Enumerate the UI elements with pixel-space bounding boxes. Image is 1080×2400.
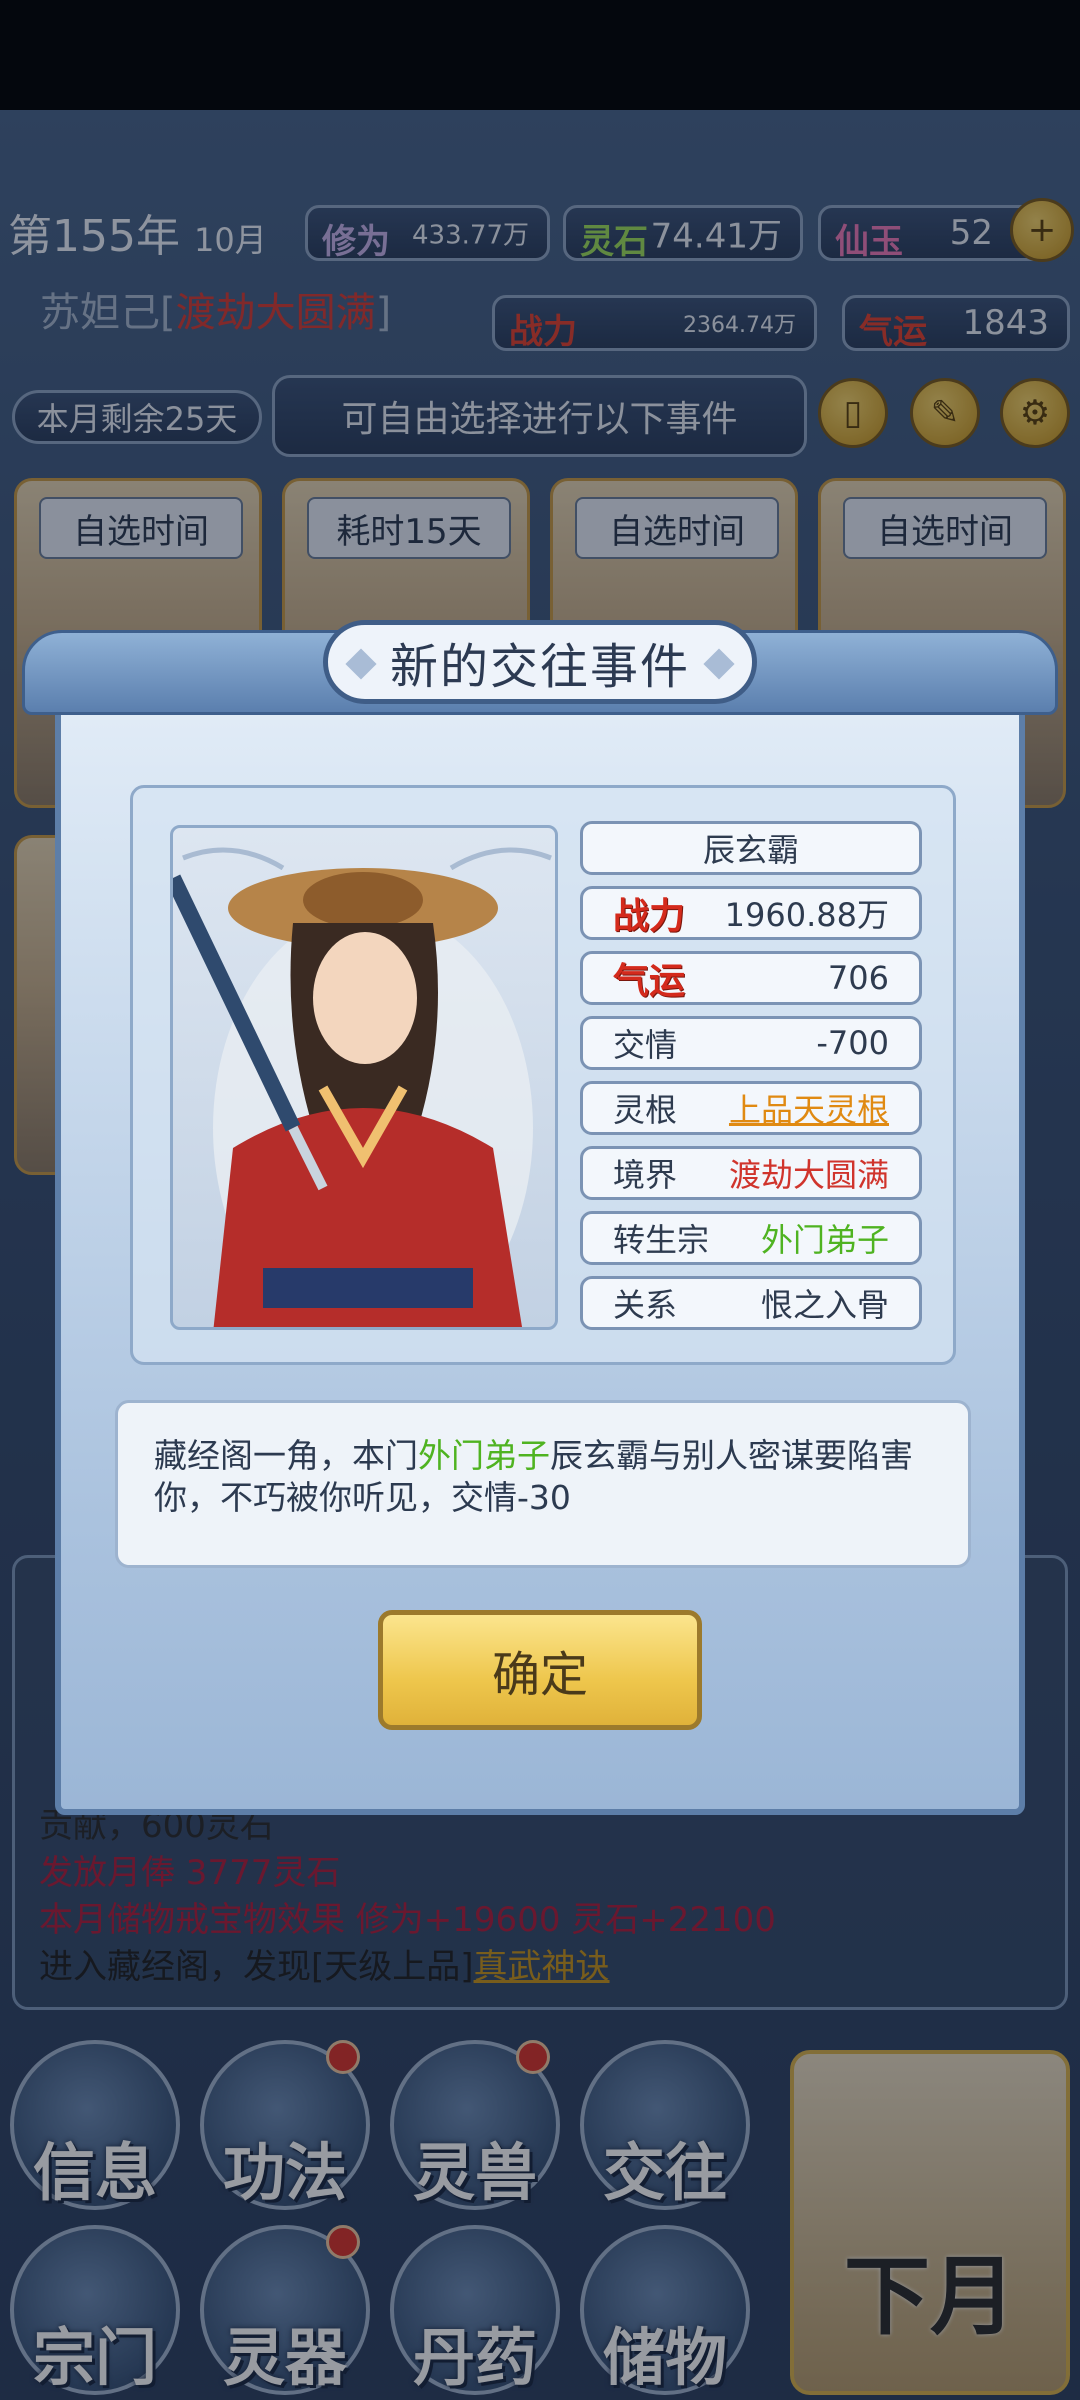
dialog-title: 新的交往事件 <box>389 639 690 695</box>
desc-highlight: 外门弟子 <box>418 1436 550 1475</box>
npc-jingjie-row: 境界 渡劫大圆满 <box>580 1146 922 1200</box>
npc-name-row: 辰玄霸 <box>580 821 922 875</box>
npc-zhanli-row: 战力 1960.88万 <box>580 886 922 940</box>
npc-relation-row: 关系 恨之入骨 <box>580 1276 922 1330</box>
npc-zhanli-value: 1960.88万 <box>724 896 889 934</box>
npc-linggen-row: 灵根 上品天灵根 <box>580 1081 922 1135</box>
npc-jingjie-key: 境界 <box>613 1156 678 1194</box>
npc-qiyun-key: 气运 <box>613 961 686 1002</box>
npc-zhanli-key: 战力 <box>613 896 686 937</box>
npc-linggen-value[interactable]: 上品天灵根 <box>729 1085 889 1131</box>
npc-jiaoqing-value: -700 <box>816 1024 889 1062</box>
npc-name: 辰玄霸 <box>702 831 799 869</box>
confirm-label: 确定 <box>491 1647 588 1703</box>
npc-qiyun-value: 706 <box>827 959 889 997</box>
npc-jiaoqing-row: 交情 -700 <box>580 1016 922 1070</box>
npc-jiaoqing-key: 交情 <box>613 1026 678 1064</box>
npc-relation-value: 恨之入骨 <box>760 1286 889 1324</box>
npc-relation-key: 关系 <box>613 1286 678 1324</box>
dialog-title-plate: 新的交往事件 <box>323 620 757 704</box>
event-description-box: 藏经阁一角，本门外门弟子辰玄霸与别人密谋要陷害你，不巧被你听见，交情-30 <box>115 1400 971 1568</box>
confirm-button[interactable]: 确定 <box>378 1610 702 1730</box>
npc-sect-value: 外门弟子 <box>760 1221 889 1259</box>
npc-portrait-illustration <box>173 847 552 1327</box>
npc-portrait <box>170 825 558 1330</box>
diamond-ornament-icon <box>345 648 377 680</box>
npc-linggen-key: 灵根 <box>613 1091 678 1129</box>
desc-part: 藏经阁一角，本门 <box>154 1436 418 1475</box>
npc-sect-row: 转生宗 外门弟子 <box>580 1211 922 1265</box>
diamond-ornament-icon <box>703 648 735 680</box>
npc-jingjie-value: 渡劫大圆满 <box>728 1156 889 1194</box>
event-description: 藏经阁一角，本门外门弟子辰玄霸与别人密谋要陷害你，不巧被你听见，交情-30 <box>154 1435 934 1519</box>
npc-qiyun-row: 气运 706 <box>580 951 922 1005</box>
npc-sect-key: 转生宗 <box>613 1221 710 1259</box>
